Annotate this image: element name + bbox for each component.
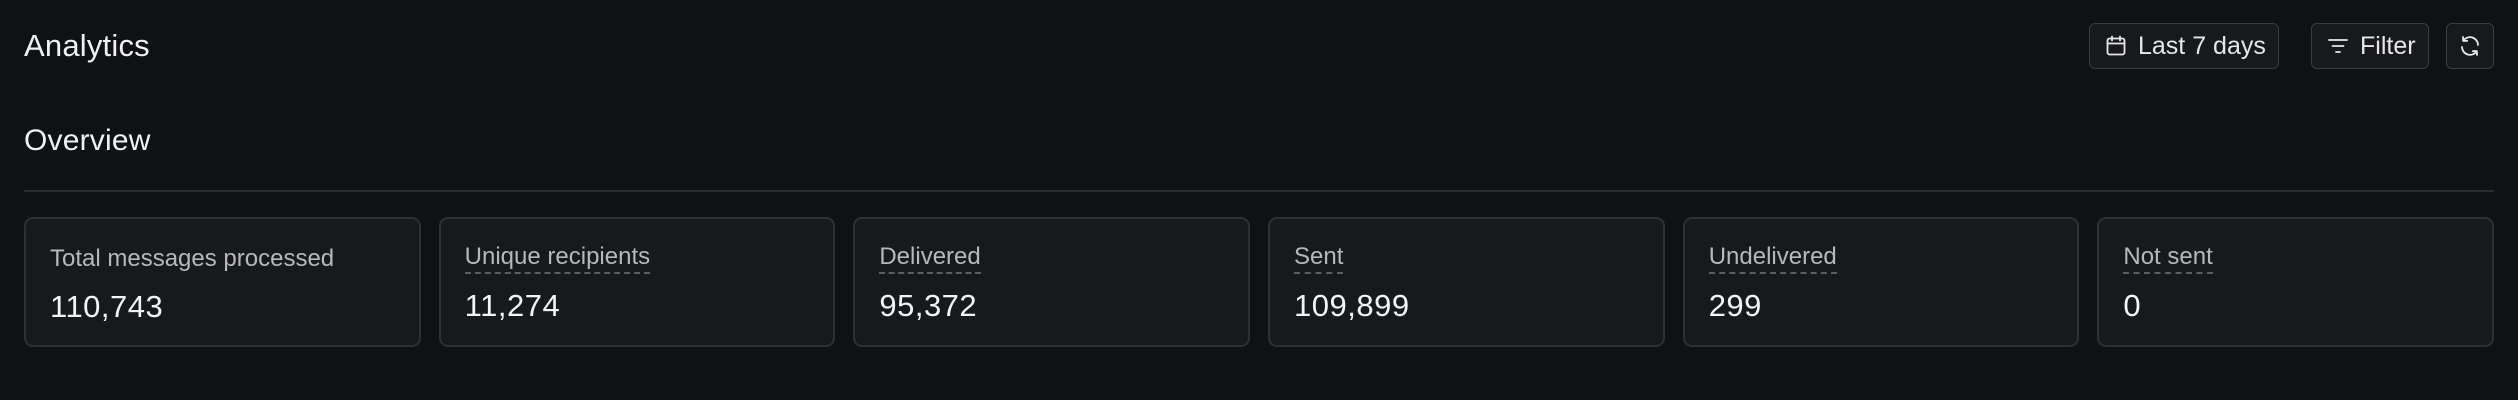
stat-card-unique-recipients: Unique recipients 11,274 xyxy=(438,217,836,347)
calendar-icon xyxy=(2104,34,2128,58)
refresh-icon xyxy=(2458,34,2482,58)
stat-value: 110,743 xyxy=(50,289,164,324)
filter-label: Filter xyxy=(2360,31,2416,60)
filter-button[interactable]: Filter xyxy=(2311,23,2429,69)
stat-card-total-messages: Total messages processed 110,743 xyxy=(24,217,421,347)
stat-value: 0 xyxy=(2123,288,2142,323)
page-header: Analytics Last 7 days Filter xyxy=(24,18,2494,74)
stat-value: 109,899 xyxy=(1294,288,1410,323)
stat-card-sent: Sent 109,899 xyxy=(1268,217,1665,347)
filter-icon xyxy=(2326,34,2350,58)
section-divider xyxy=(24,190,2494,192)
stat-label-tooltip-trigger[interactable]: Sent xyxy=(1294,243,1344,274)
refresh-button[interactable] xyxy=(2446,23,2494,69)
stat-value: 299 xyxy=(1708,288,1762,323)
stat-label-tooltip-trigger[interactable]: Delivered xyxy=(879,243,981,274)
stat-card-undelivered: Undelivered 299 xyxy=(1682,217,2080,347)
stat-label-tooltip-trigger[interactable]: Not sent xyxy=(2123,243,2213,274)
stat-card-delivered: Delivered 95,372 xyxy=(853,217,1251,347)
date-range-label: Last 7 days xyxy=(2138,31,2266,60)
stat-label: Total messages processed xyxy=(50,245,335,272)
stat-value: 95,372 xyxy=(879,288,978,323)
overview-title: Overview xyxy=(24,124,151,157)
stat-card-not-sent: Not sent 0 xyxy=(2097,217,2495,347)
stats-cards: Total messages processed 110,743 Unique … xyxy=(24,217,2495,347)
header-controls: Last 7 days Filter xyxy=(2089,23,2494,69)
stat-value: 11,274 xyxy=(464,288,561,323)
stat-label-tooltip-trigger[interactable]: Undelivered xyxy=(1708,243,1837,274)
date-range-button[interactable]: Last 7 days xyxy=(2089,23,2279,69)
stat-label-tooltip-trigger[interactable]: Unique recipients xyxy=(464,243,651,274)
page-title: Analytics xyxy=(24,28,150,63)
